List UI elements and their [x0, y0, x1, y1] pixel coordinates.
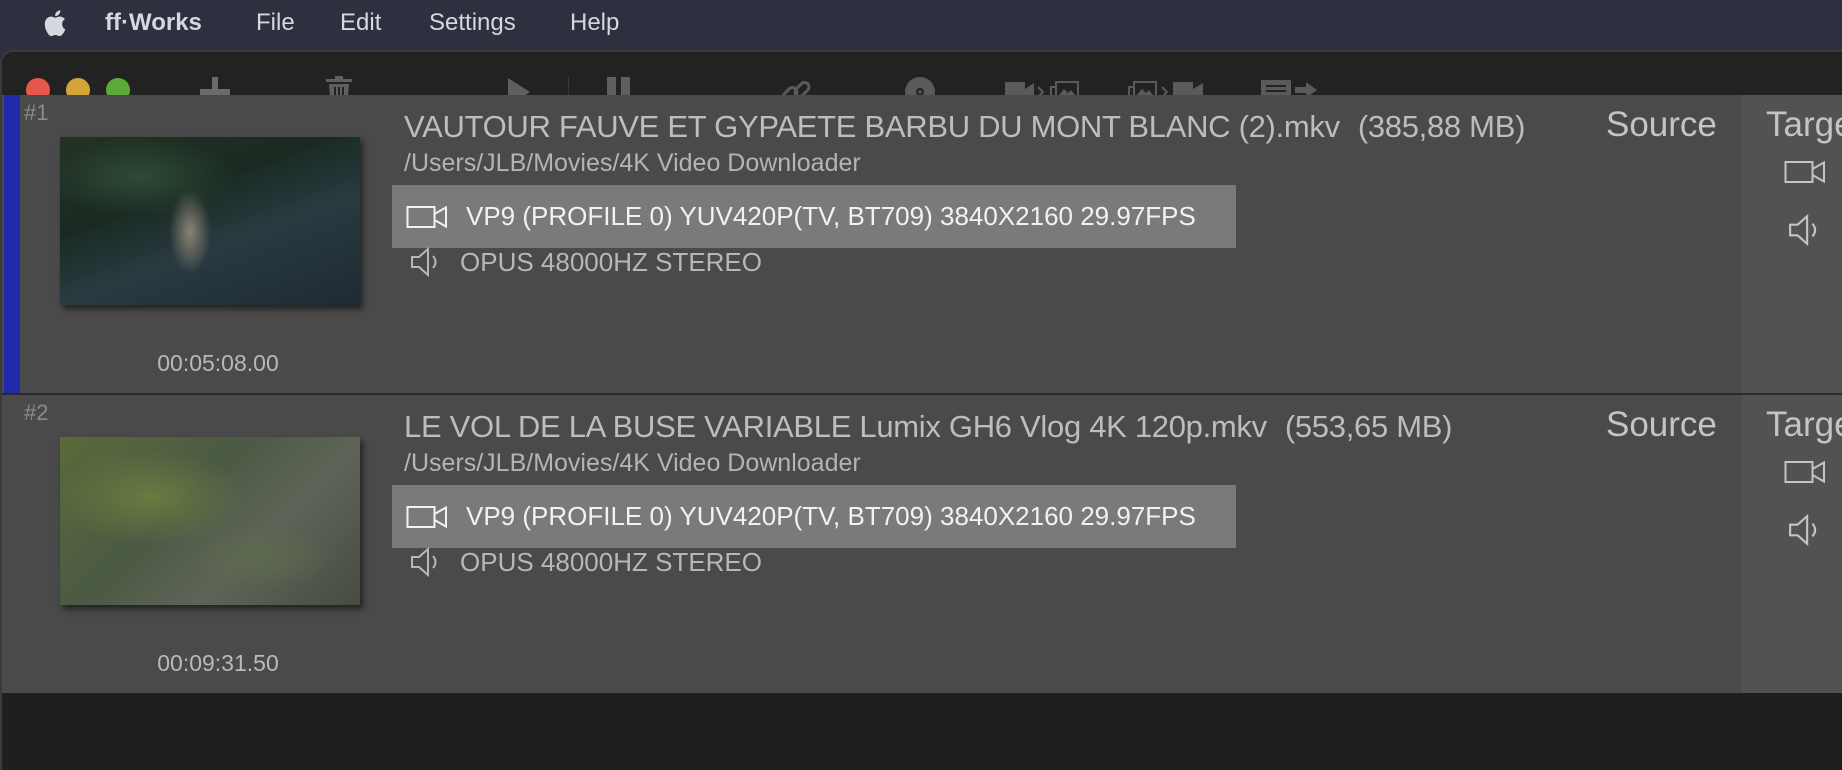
video-camera-icon — [406, 205, 447, 228]
duration-label: 00:05:08.00 — [157, 350, 279, 376]
target-panel[interactable]: Target — [1742, 95, 1842, 393]
video-thumbnail[interactable] — [60, 437, 360, 605]
video-thumbnail[interactable] — [60, 137, 360, 305]
file-row[interactable]: #2 00:09:31.50 LE VOL DE LA BUSE VARIABL… — [2, 395, 1842, 693]
video-camera-icon — [406, 505, 447, 528]
audio-stream-line[interactable]: OPUS 48000HZ STEREO — [410, 537, 762, 587]
audio-stream-info: OPUS 48000HZ STEREO — [460, 246, 762, 277]
duration-label: 00:09:31.50 — [157, 650, 279, 676]
speaker-icon — [411, 546, 437, 578]
menu-help[interactable]: Help — [570, 9, 619, 37]
menu-bar: ff·Works File Edit Settings Help — [0, 0, 1842, 48]
target-audio-icon[interactable] — [1788, 213, 1822, 247]
menu-app-name[interactable]: ff·Works — [105, 9, 202, 37]
row-index: #2 — [24, 400, 49, 425]
audio-stream-info: OPUS 48000HZ STEREO — [460, 546, 762, 577]
target-video-icon[interactable] — [1784, 159, 1826, 185]
file-path: /Users/JLB/Movies/4K Video Downloader — [404, 449, 861, 477]
selection-indicator — [4, 95, 20, 393]
file-title: VAUTOUR FAUVE ET GYPAETE BARBU DU MONT B… — [404, 109, 1525, 145]
file-name: LE VOL DE LA BUSE VARIABLE Lumix GH6 Vlo… — [404, 409, 1267, 444]
target-audio-icon[interactable] — [1788, 513, 1822, 547]
menu-edit[interactable]: Edit — [340, 9, 381, 37]
file-row[interactable]: #1 00:05:08.00 VAUTOUR FAUVE ET GYPAETE … — [2, 95, 1842, 393]
row-index: #1 — [24, 100, 49, 125]
file-title: LE VOL DE LA BUSE VARIABLE Lumix GH6 Vlo… — [404, 409, 1452, 445]
menu-settings[interactable]: Settings — [429, 9, 516, 37]
target-label: Target — [1766, 405, 1842, 444]
file-size: (385,88 MB) — [1357, 109, 1526, 144]
speaker-icon — [411, 246, 437, 278]
file-size: (553,65 MB) — [1284, 409, 1453, 444]
target-label: Target — [1766, 105, 1842, 144]
source-label: Source — [1606, 405, 1717, 444]
source-label: Source — [1606, 105, 1717, 144]
video-stream-info: VP9 (PROFILE 0) YUV420P(TV, BT709) 3840X… — [466, 501, 1196, 531]
target-panel[interactable]: Target — [1742, 395, 1842, 693]
file-name: VAUTOUR FAUVE ET GYPAETE BARBU DU MONT B… — [404, 109, 1340, 144]
video-stream-info: VP9 (PROFILE 0) YUV420P(TV, BT709) 3840X… — [466, 201, 1196, 231]
audio-stream-line[interactable]: OPUS 48000HZ STEREO — [410, 237, 762, 287]
apple-logo-icon[interactable] — [40, 8, 68, 38]
target-video-icon[interactable] — [1784, 459, 1826, 485]
file-path: /Users/JLB/Movies/4K Video Downloader — [404, 149, 861, 177]
menu-file[interactable]: File — [256, 9, 295, 37]
